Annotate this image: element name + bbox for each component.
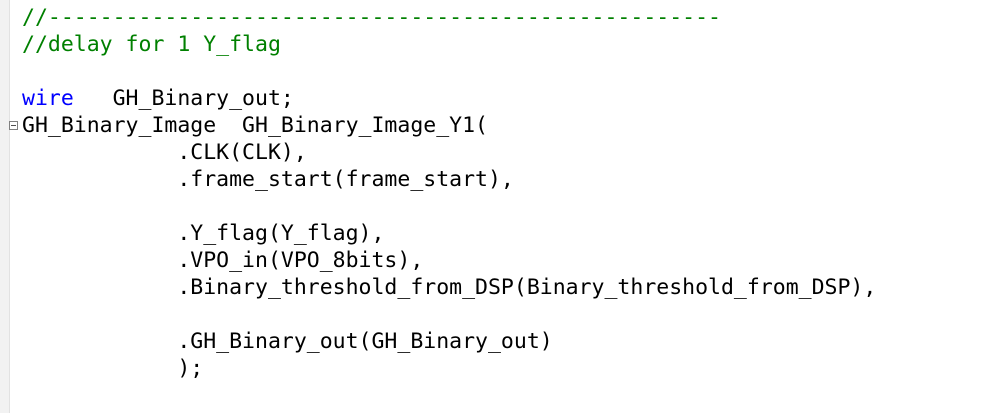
code-line-port-clk: .CLK(CLK), (22, 140, 307, 165)
code-line-port-y-flag: .Y_flag(Y_flag), (22, 221, 385, 246)
code-area[interactable]: //--------------------------------------… (22, 0, 1005, 413)
editor-gutter (0, 0, 10, 413)
code-line-port-binary-threshold: .Binary_threshold_from_DSP(Binary_thresh… (22, 275, 877, 300)
code-line-comment-divider: //--------------------------------------… (22, 5, 721, 30)
collapse-fold-icon[interactable] (9, 121, 18, 130)
code-line-partial-cutoff: , , , , , , , (22, 405, 592, 413)
code-line-comment: //delay for 1 Y_flag (22, 32, 281, 57)
keyword-wire: wire (22, 86, 74, 111)
code-editor[interactable]: //--------------------------------------… (0, 0, 1005, 413)
code-line-module-instance: GH_Binary_Image GH_Binary_Image_Y1( (22, 113, 488, 138)
code-line-wire-declaration: wire GH_Binary_out; (22, 85, 294, 112)
code-line-port-vpo-in: .VPO_in(VPO_8bits), (22, 248, 424, 273)
code-line-port-gh-binary-out: .GH_Binary_out(GH_Binary_out) (22, 329, 553, 354)
code-line-closing-paren: ); (22, 356, 204, 381)
code-line-port-frame-start: .frame_start(frame_start), (22, 167, 514, 192)
wire-declaration-rest: GH_Binary_out; (73, 86, 294, 111)
